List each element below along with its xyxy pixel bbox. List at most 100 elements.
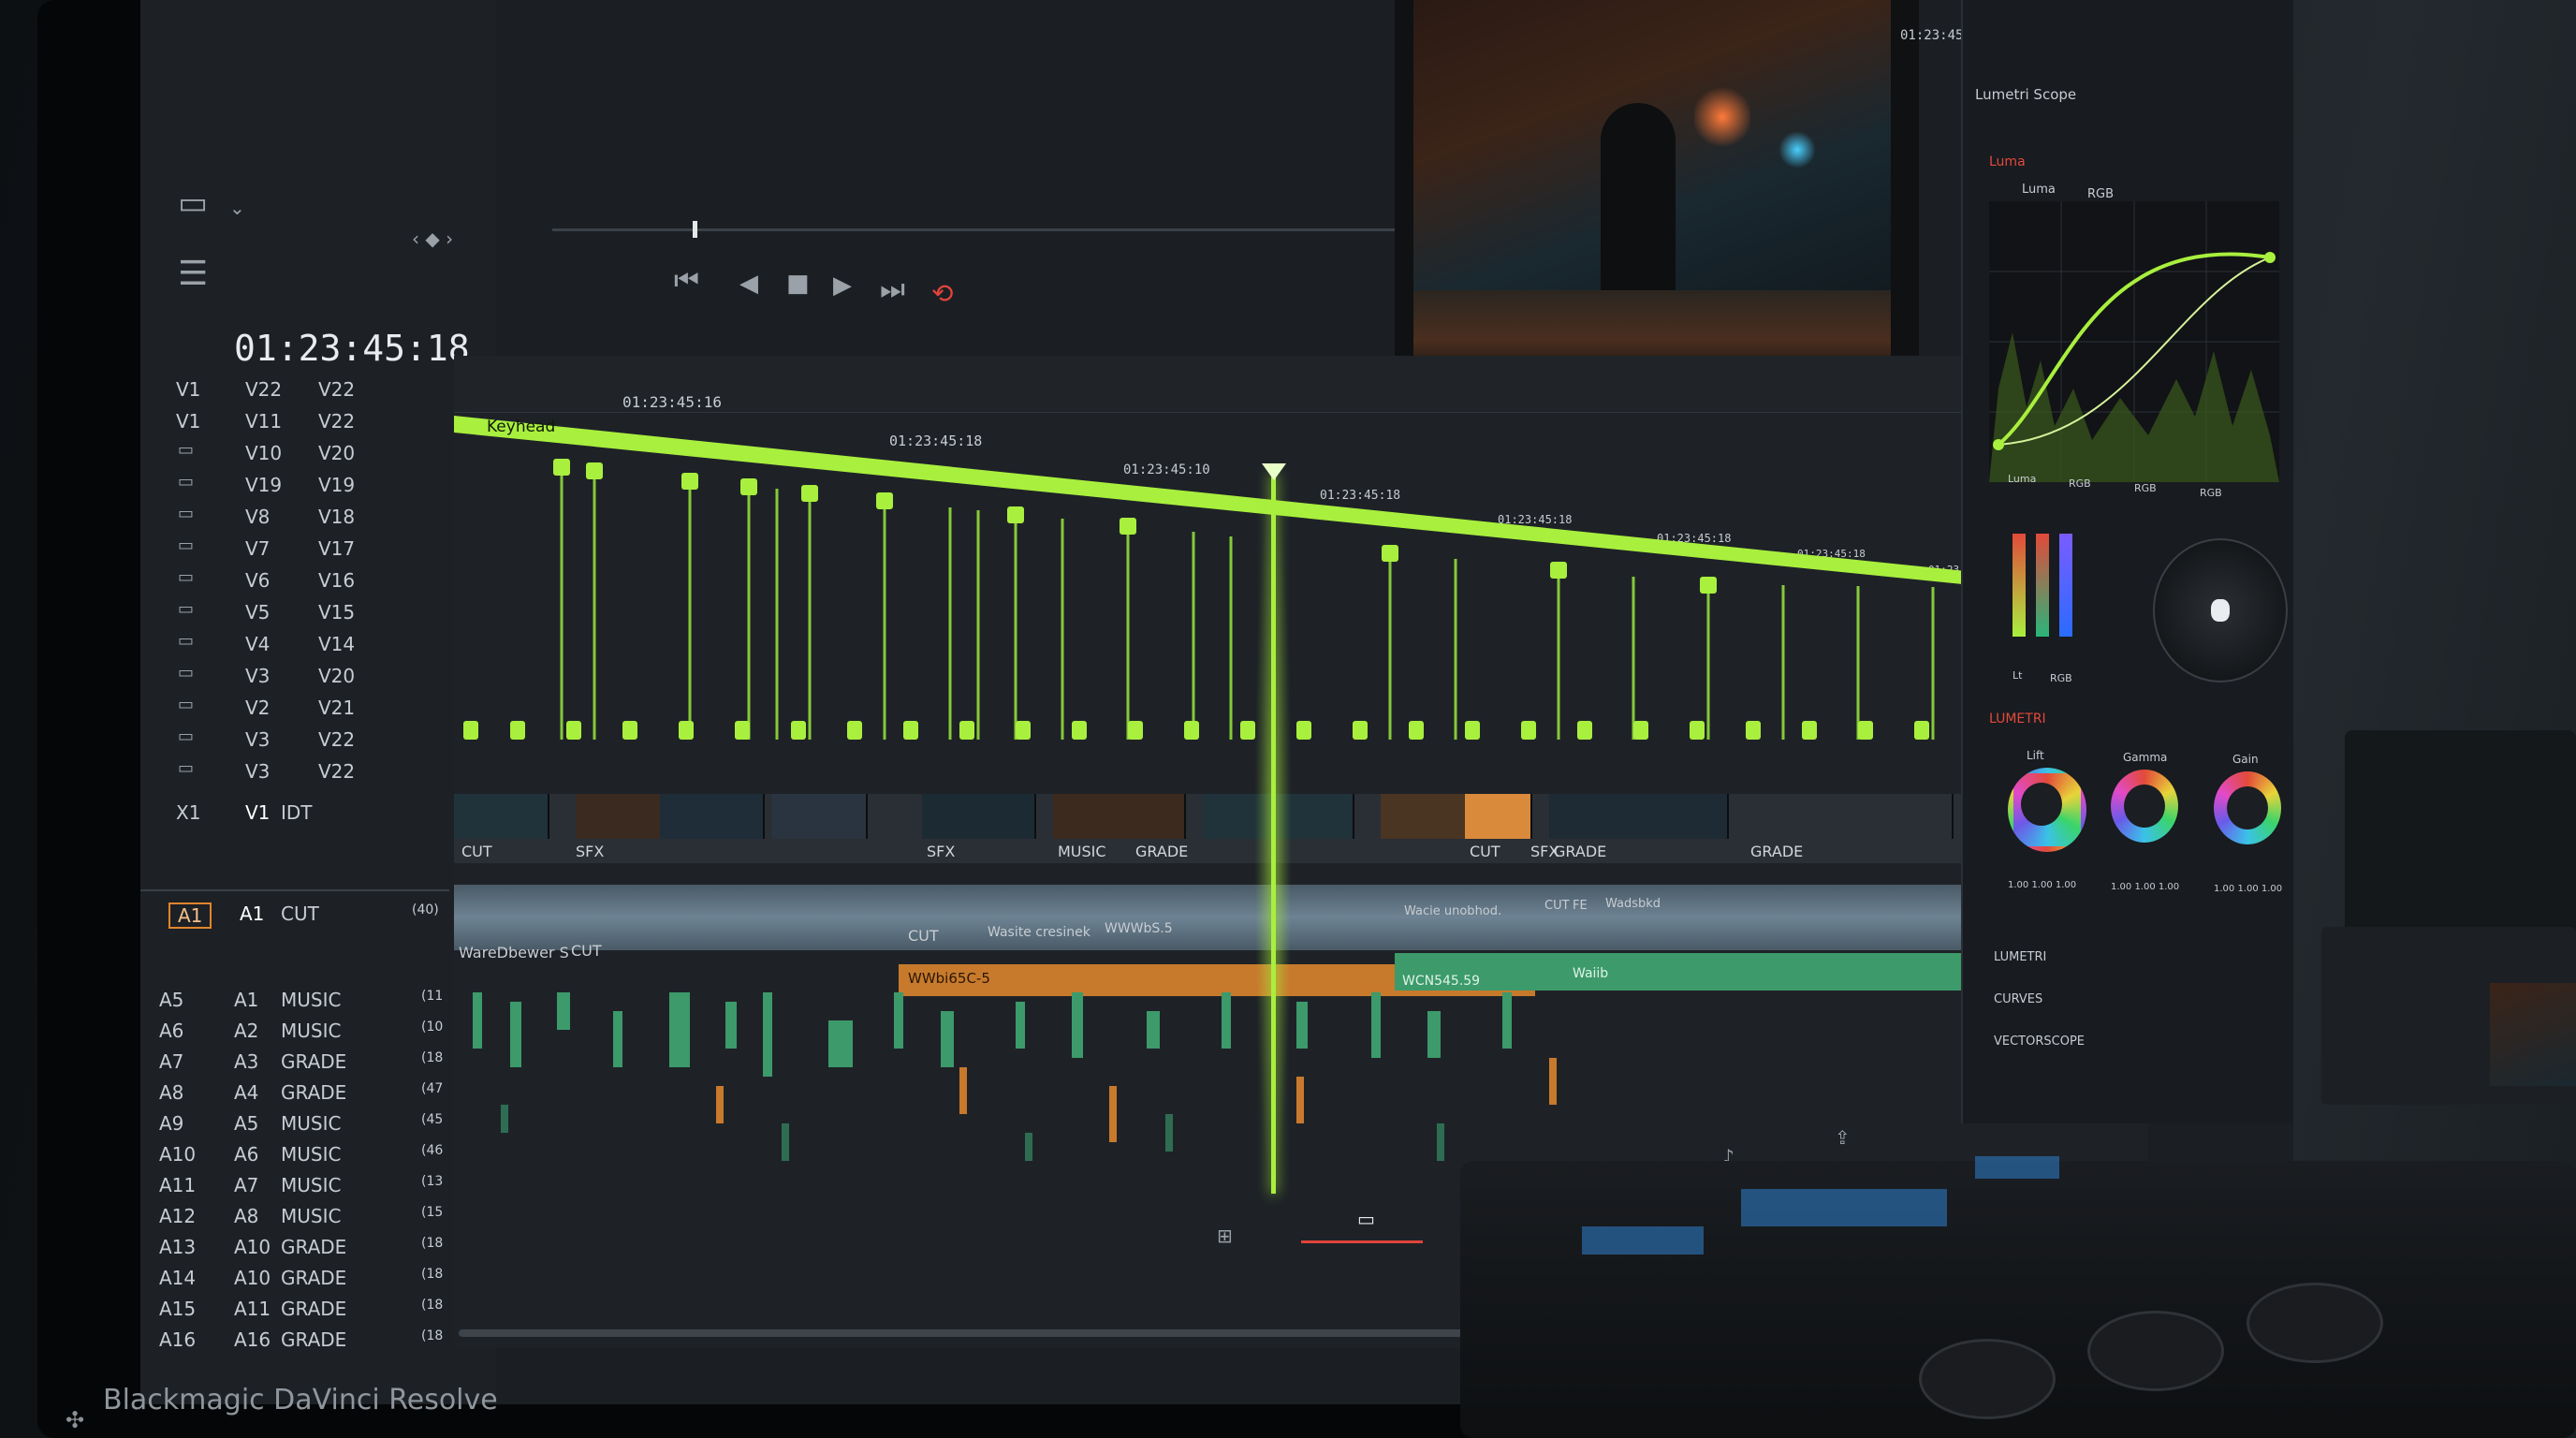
vectorscope-trace — [2211, 599, 2230, 622]
playhead-marker-icon[interactable] — [1262, 463, 1286, 480]
play-reverse-icon[interactable]: ◀ — [739, 271, 758, 296]
clip-thumbnail[interactable] — [1746, 794, 1954, 839]
clip-label: GRADE — [1135, 843, 1189, 860]
track-header[interactable]: ▭ V6 V16 — [140, 565, 449, 595]
clip-thumbnail[interactable] — [1465, 794, 1532, 839]
track-header[interactable]: A16 A16 GRADE (18 — [140, 1325, 449, 1355]
track-header[interactable]: ▭ V10 V20 — [140, 438, 449, 468]
track-header[interactable]: A14 A10 GRADE (18 — [140, 1263, 449, 1293]
track-box-icon: ▭ — [178, 440, 195, 460]
track-id: A14 — [159, 1267, 197, 1289]
track-id: X1 — [176, 801, 201, 824]
track-header[interactable]: ▭ V8 V18 — [140, 502, 449, 532]
track-name: V3 — [245, 728, 271, 751]
track-name: V4 — [245, 633, 271, 655]
edit-page-icon[interactable]: ▭ — [1357, 1210, 1375, 1228]
track-header[interactable]: ▭ V7 V17 — [140, 534, 449, 564]
panel-menu-item[interactable]: LUMETRI — [1994, 950, 2046, 964]
track-header[interactable]: ▭ V3 V20 — [140, 661, 449, 691]
track-header[interactable]: A13 A10 GRADE (18 — [140, 1232, 449, 1262]
track-name: V3 — [245, 665, 271, 687]
audio-clip-label: CUT — [1544, 899, 1570, 913]
track-id: A11 — [159, 1174, 197, 1196]
nav-arrows-icon[interactable]: ‹ ◆ › — [412, 229, 453, 248]
list-view-icon[interactable]: ☰ — [178, 257, 208, 291]
track-box-icon: ▭ — [178, 504, 195, 523]
chevron-down-icon[interactable]: ⌄ — [229, 198, 245, 217]
track-header[interactable]: ▭ V3 V22 — [140, 756, 449, 786]
track-id: A1 — [168, 902, 212, 929]
track-header[interactable]: ▭ V2 V21 — [140, 693, 449, 723]
main-video-track-header[interactable]: X1 V1 IDT — [140, 798, 449, 828]
track-header[interactable]: A6 A2 MUSIC (10 — [140, 1016, 449, 1046]
play-icon[interactable]: ▶ — [833, 273, 852, 298]
clip-thumbnail[interactable] — [1549, 794, 1729, 839]
scope-tab[interactable]: Luma — [2022, 183, 2056, 197]
track-header[interactable]: V1 V22 V22 — [140, 374, 449, 404]
track-header[interactable]: A5 A1 MUSIC (11 — [140, 985, 449, 1015]
keyframe-bar — [454, 416, 2148, 603]
track-header[interactable]: A12 A8 MUSIC (15 — [140, 1201, 449, 1231]
track-name: V7 — [245, 537, 271, 560]
trackball[interactable] — [2087, 1311, 2224, 1391]
track-header[interactable]: ▭ V19 V19 — [140, 470, 449, 500]
clip-thumbnail[interactable] — [1381, 794, 1467, 839]
timeline-timecode: 01:23:45:18 — [234, 328, 470, 369]
track-count: (13 — [421, 1174, 444, 1189]
panel-menu-item[interactable]: CURVES — [1994, 992, 2042, 1006]
clip-thumbnail[interactable] — [660, 794, 765, 839]
main-audio-track-header[interactable]: A1 A1 CUT (40) — [140, 899, 449, 929]
stop-icon[interactable]: ■ — [786, 271, 810, 296]
go-to-start-icon[interactable]: ⏮ — [674, 267, 699, 295]
track-name: A5 — [234, 1112, 259, 1135]
track-header[interactable]: ▭ V3 V22 — [140, 725, 449, 755]
orange-clip-label: WWbi65C-5 — [908, 970, 990, 987]
wheel-value: 1.00 1.00 1.00 — [2111, 882, 2180, 892]
track-count: (18 — [421, 1298, 444, 1313]
audio-clip-label: CUT — [908, 927, 939, 945]
go-to-end-icon[interactable]: ⏭ — [880, 276, 905, 304]
clip-thumbnail[interactable] — [1053, 794, 1186, 839]
panel-menu-item[interactable]: VECTORSCOPE — [1994, 1034, 2085, 1049]
level-meter — [2036, 534, 2049, 637]
playhead[interactable] — [1271, 473, 1276, 1194]
media-page-icon[interactable]: ⊞ — [1217, 1226, 1233, 1245]
track-dest: MUSIC — [281, 1205, 342, 1227]
video-clip-strip[interactable]: CUT SFX SFX MUSIC GRADE CUT SFX GRADE GR… — [454, 794, 2150, 863]
monitor-icon[interactable]: ▭ — [178, 187, 208, 219]
trackball[interactable] — [1919, 1339, 2056, 1419]
track-id: A6 — [159, 1020, 184, 1042]
clip-thumbnail[interactable] — [772, 794, 868, 839]
track-header[interactable]: A8 A4 GRADE (47 — [140, 1078, 449, 1108]
clip-thumbnail[interactable] — [576, 794, 662, 839]
track-dest: MUSIC — [281, 1143, 342, 1166]
track-header[interactable]: A9 A5 MUSIC (45 — [140, 1108, 449, 1138]
audio-clip-main[interactable] — [454, 885, 2148, 950]
loop-icon[interactable]: ⟲ — [931, 281, 953, 307]
clip-thumbnail[interactable] — [922, 794, 1036, 839]
track-header[interactable]: ▭ V5 V15 — [140, 597, 449, 627]
scope-tab[interactable]: RGB — [2087, 187, 2114, 201]
wheel-center — [2124, 785, 2165, 828]
curve-label: RGB — [2134, 482, 2157, 494]
scrubber-handle[interactable] — [693, 221, 697, 238]
wheel-label: Lift — [2027, 749, 2044, 762]
color-section-title: LUMETRI — [1989, 712, 2046, 726]
track-dest: MUSIC — [281, 989, 342, 1011]
clip-thumbnail[interactable] — [454, 794, 549, 839]
track-name: V11 — [245, 410, 283, 433]
deliver-page-icon[interactable]: ⇪ — [1835, 1128, 1851, 1147]
trackball[interactable] — [2247, 1283, 2383, 1363]
curves-graph[interactable] — [1989, 201, 2279, 482]
track-header[interactable]: A10 A6 MUSIC (46 — [140, 1139, 449, 1169]
track-header[interactable]: A11 A7 MUSIC (13 — [140, 1170, 449, 1200]
track-header[interactable]: ▭ V4 V14 — [140, 629, 449, 659]
track-header[interactable]: A7 A3 GRADE (18 — [140, 1047, 449, 1077]
track-header[interactable]: A15 A11 GRADE (18 — [140, 1294, 449, 1324]
track-name: V22 — [245, 378, 283, 401]
neon-sign — [1778, 131, 1816, 169]
transport-scrubber[interactable] — [552, 228, 1395, 231]
track-header[interactable]: V1 V11 V22 — [140, 406, 449, 436]
video-frame[interactable] — [1413, 0, 1891, 374]
track-dest: MUSIC — [281, 1112, 342, 1135]
